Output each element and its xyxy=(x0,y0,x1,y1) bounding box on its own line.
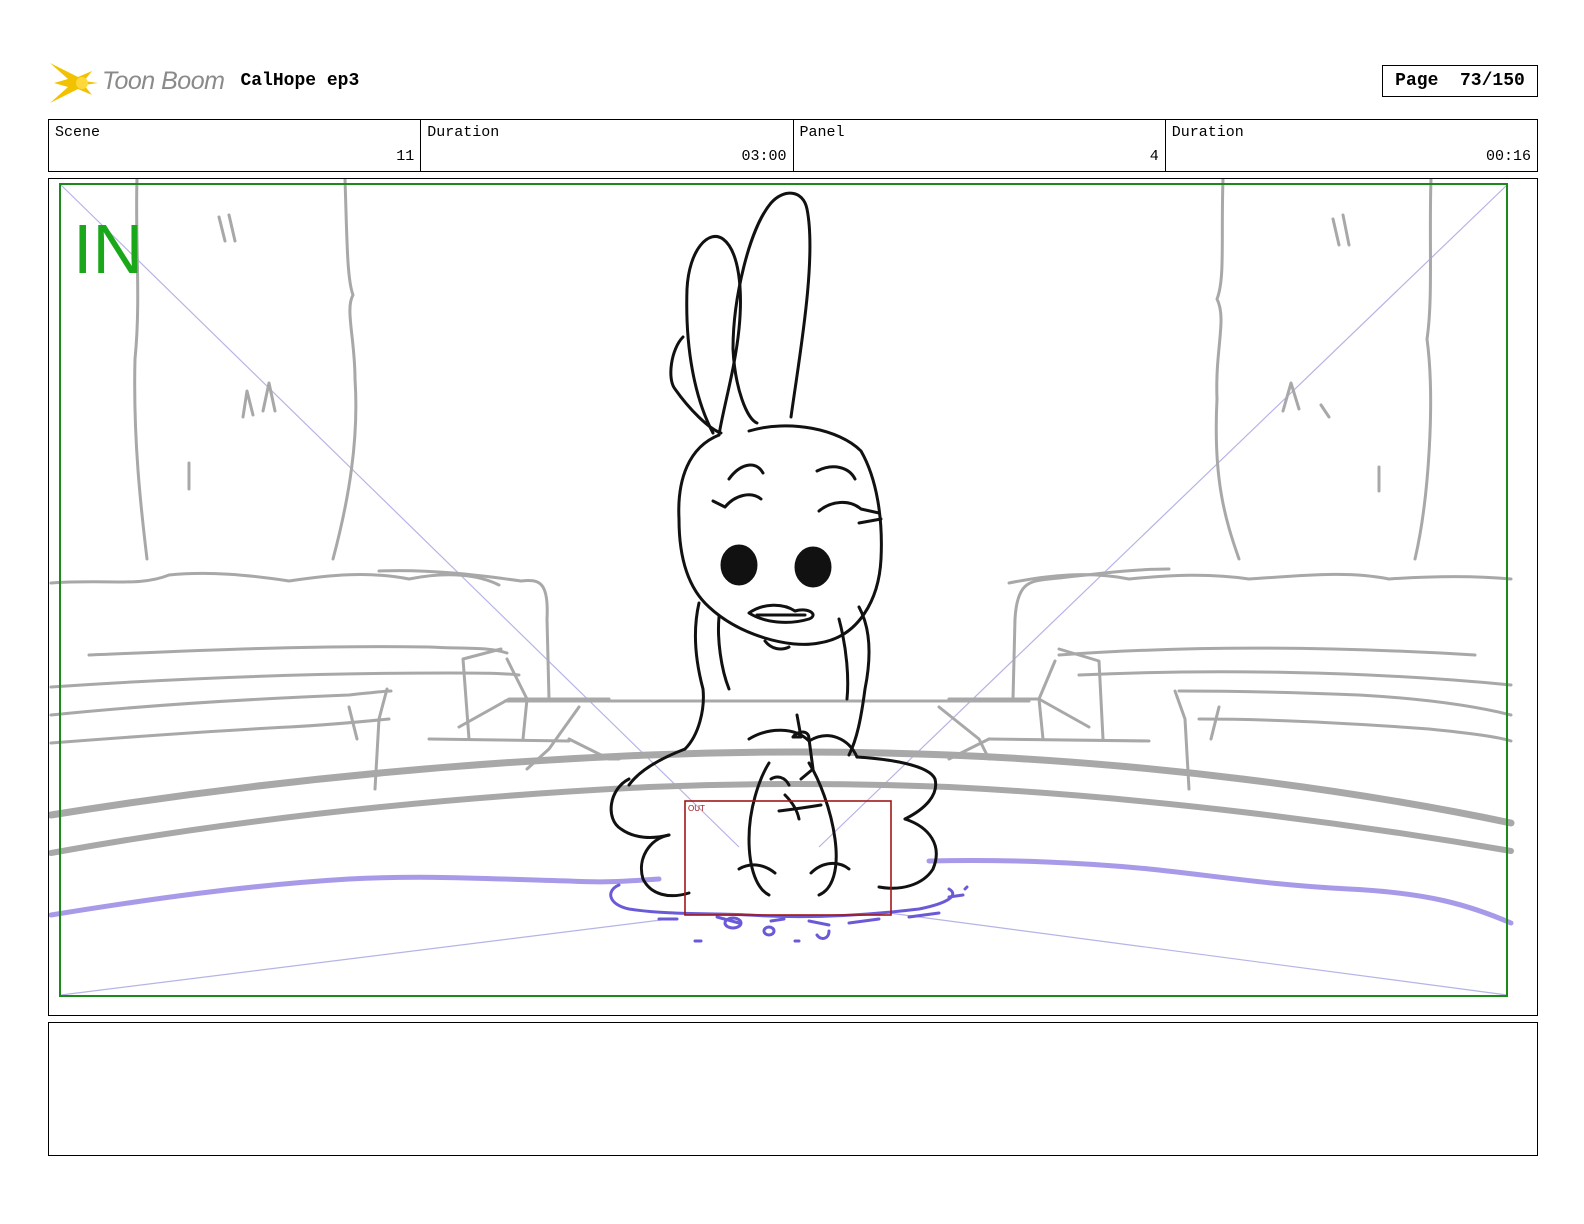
scene-label: Scene xyxy=(55,124,101,141)
perspective-guides xyxy=(60,184,1508,996)
panel-sketch: OUT IN xyxy=(49,179,1515,997)
logo-text: Toon Boom xyxy=(102,66,225,95)
background-sketch xyxy=(49,179,1515,856)
scene-cell: Scene 11 xyxy=(49,120,422,171)
scene-duration-cell: Duration 03:00 xyxy=(421,120,794,171)
water-lines xyxy=(49,857,1514,943)
caption-box xyxy=(48,1022,1538,1156)
scene-info-table: Scene 11 Duration 03:00 Panel 4 Duration… xyxy=(48,119,1538,172)
scene-value: 11 xyxy=(396,148,415,165)
character-sketch xyxy=(609,191,938,898)
scene-duration-value: 03:00 xyxy=(741,148,787,165)
page-indicator: Page 73/150 xyxy=(1382,65,1538,97)
panel-cell: Panel 4 xyxy=(794,120,1166,171)
panel-value: 4 xyxy=(1149,148,1159,165)
out-frame xyxy=(684,800,892,916)
panel-duration-cell: Duration 00:16 xyxy=(1166,120,1537,171)
storyboard-panel: OUT IN xyxy=(48,178,1538,1016)
in-marker-label: IN xyxy=(73,210,143,288)
out-marker-label: OUT xyxy=(688,804,705,813)
panel-duration-label: Duration xyxy=(1171,124,1244,141)
toon-boom-logo: Toon Boom xyxy=(48,55,225,107)
project-title: CalHope ep3 xyxy=(240,71,360,91)
in-frame xyxy=(59,183,1508,997)
page-number: 73/150 xyxy=(1460,71,1525,91)
panel-label: Panel xyxy=(799,124,845,141)
flame-star-icon xyxy=(50,63,98,103)
storyboard-header: Toon Boom CalHope ep3 xyxy=(48,56,359,106)
scene-duration-label: Duration xyxy=(427,124,500,141)
page-label: Page xyxy=(1395,71,1439,91)
panel-duration-value: 00:16 xyxy=(1485,148,1531,165)
